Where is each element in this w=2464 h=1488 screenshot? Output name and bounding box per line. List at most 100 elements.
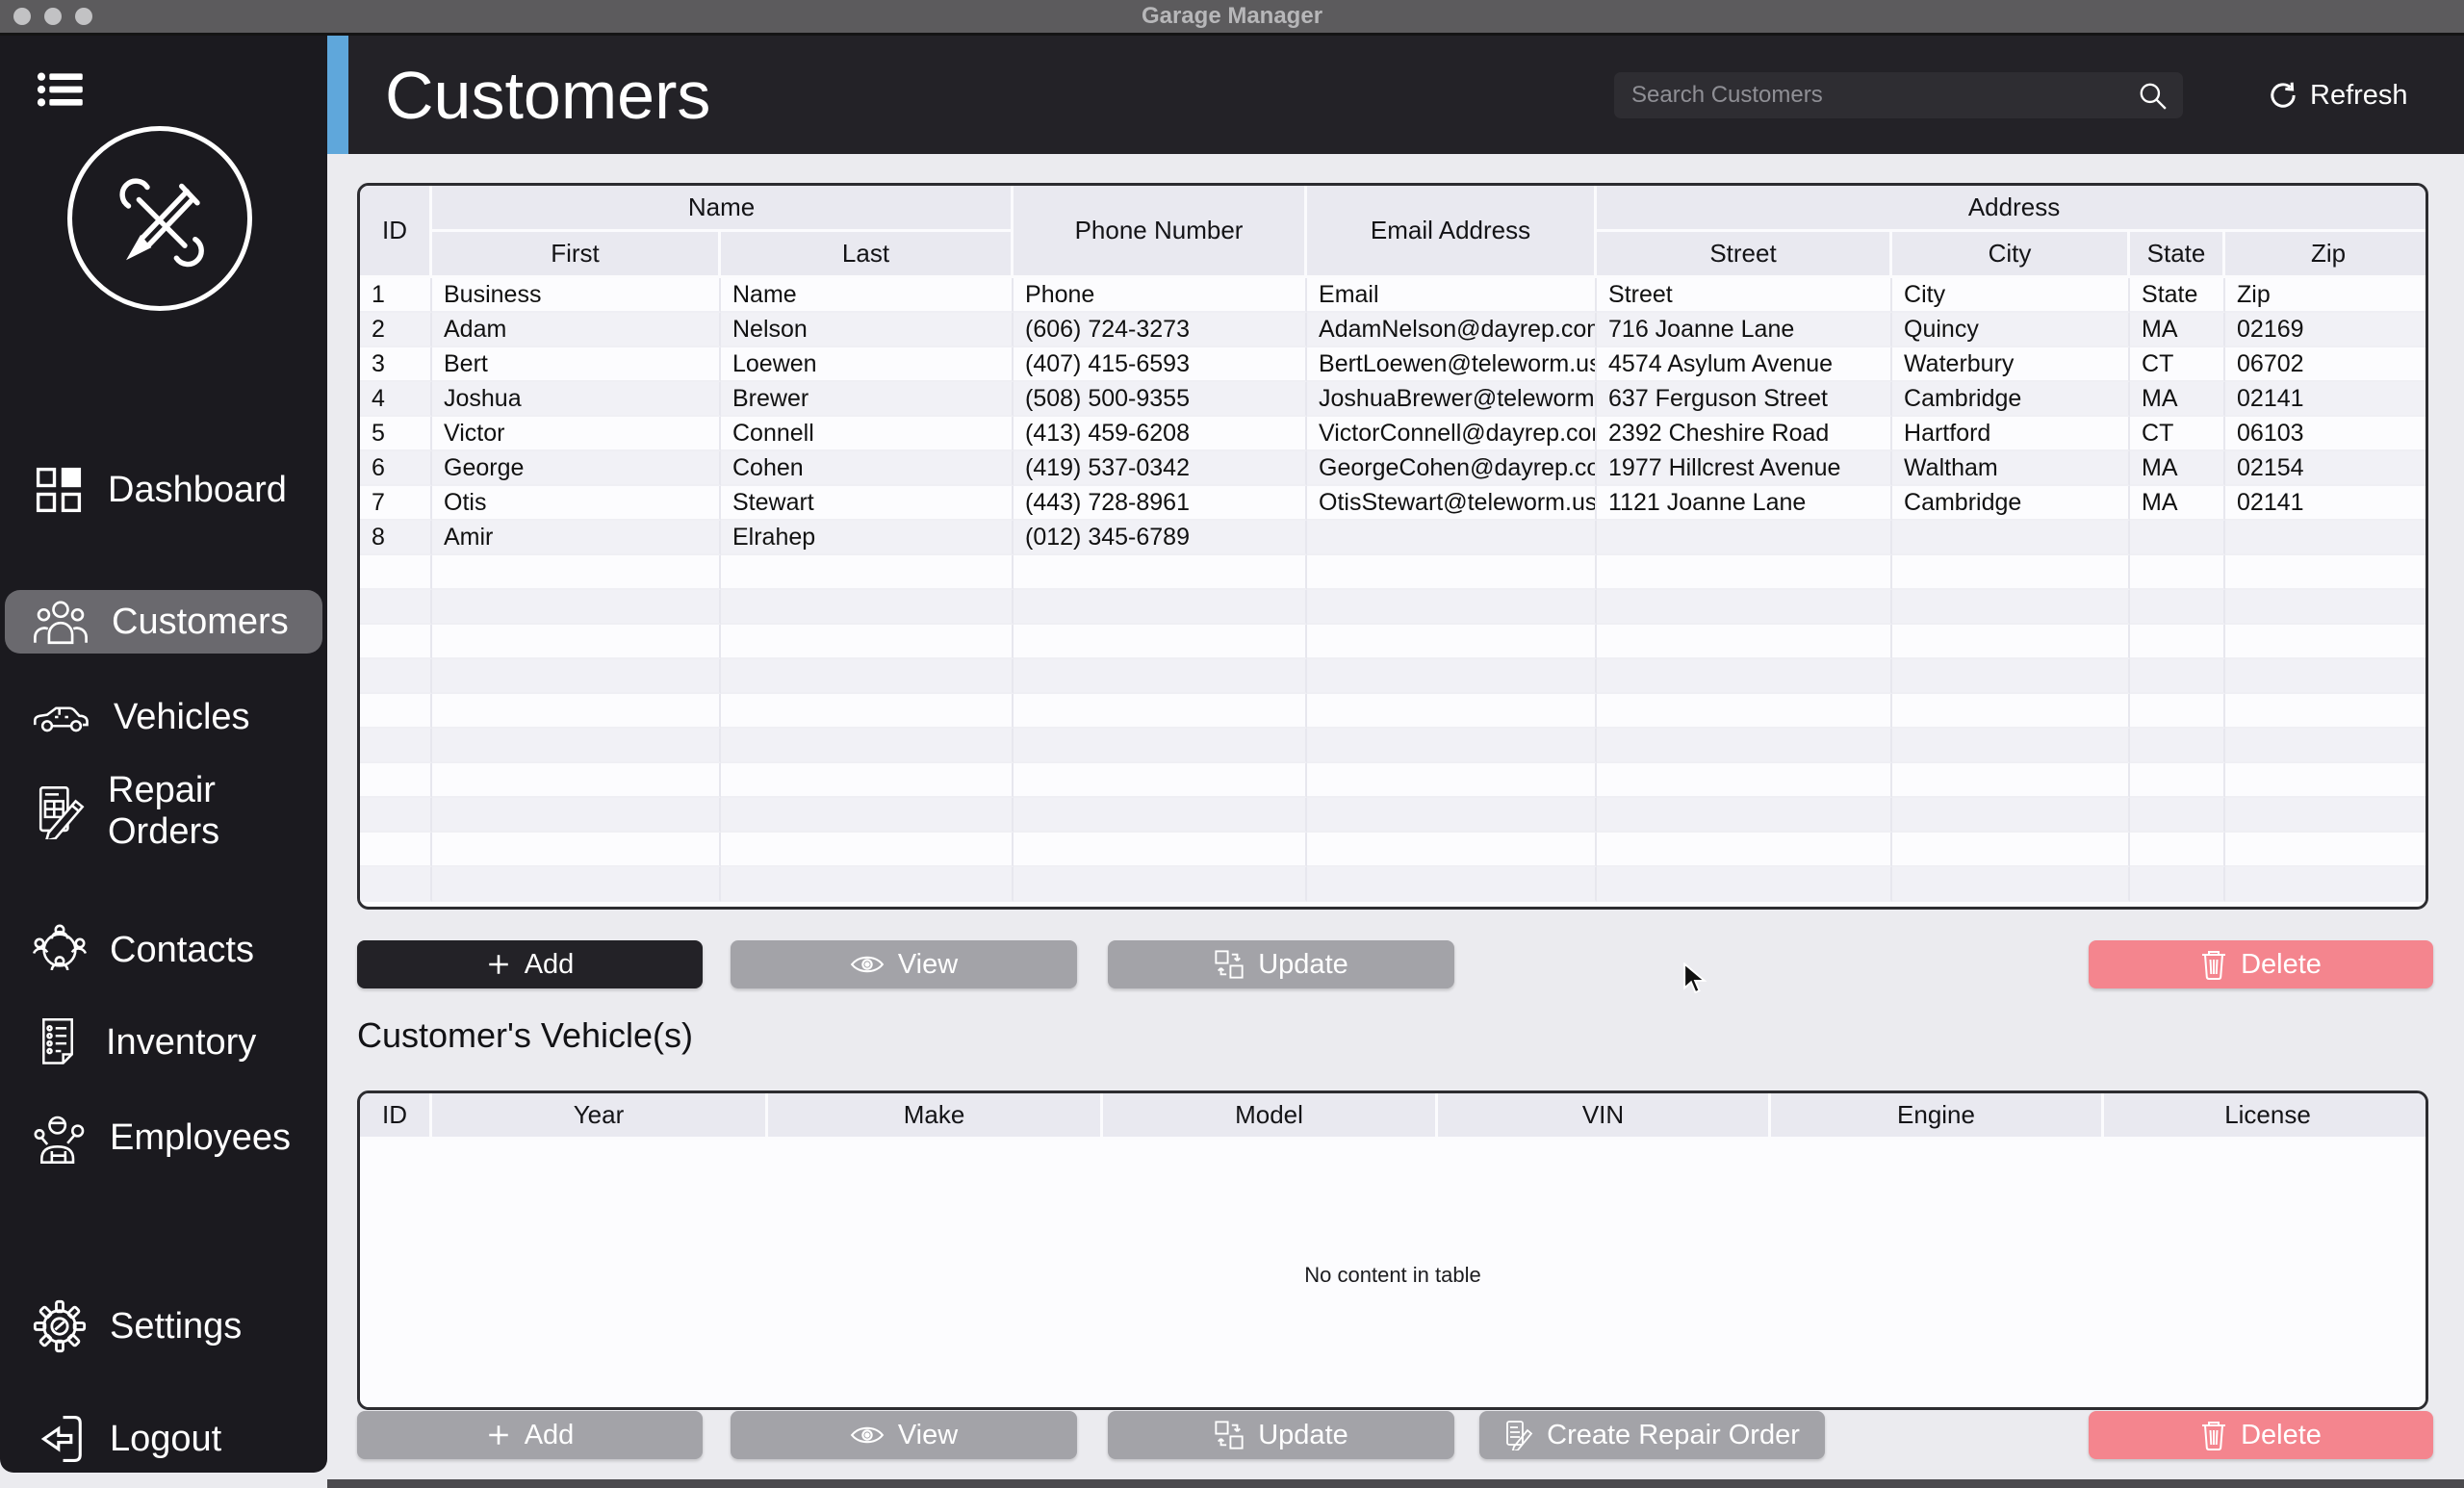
col-header-phone[interactable]: Phone Number: [1014, 186, 1308, 278]
table-cell: (407) 415-6593: [1014, 347, 1308, 382]
col-header-vin[interactable]: VIN: [1438, 1093, 1771, 1140]
refresh-icon: [2268, 80, 2298, 111]
update-vehicle-button[interactable]: Update: [1108, 1411, 1454, 1459]
customer-row[interactable]: 8 Amir Elrahep (012) 345-6789: [360, 521, 2426, 555]
table-cell: Amir: [432, 521, 721, 555]
view-vehicle-button[interactable]: View: [731, 1411, 1077, 1459]
table-cell: [360, 590, 432, 625]
table-cell: [1597, 590, 1893, 625]
vehicles-table-header: ID Year Make Model VIN Engine License: [360, 1093, 2426, 1140]
add-vehicle-button[interactable]: Add: [357, 1411, 703, 1459]
col-header-city[interactable]: City: [1892, 232, 2131, 278]
sidebar-item-inventory[interactable]: Inventory: [0, 1012, 327, 1073]
customer-row[interactable]: 2 Adam Nelson (606) 724-3273 AdamNelson@dayr…: [360, 313, 2426, 347]
empty-row[interactable]: [360, 590, 2426, 625]
delete-customer-button[interactable]: Delete: [2089, 940, 2433, 988]
empty-row[interactable]: [360, 763, 2426, 798]
refresh-button[interactable]: Refresh: [2268, 70, 2408, 120]
col-header-engine[interactable]: Engine: [1771, 1093, 2104, 1140]
table-cell: [721, 763, 1014, 798]
sidebar-item-vehicles[interactable]: Vehicles: [0, 686, 327, 748]
col-header-email[interactable]: Email Address: [1307, 186, 1598, 278]
col-header-license[interactable]: License: [2104, 1093, 2426, 1140]
col-header-name[interactable]: Name: [432, 186, 1014, 232]
sidebar: Dashboard Customers Vehicles Repair Orde…: [0, 36, 327, 1473]
create-repair-order-button[interactable]: Create Repair Order: [1479, 1411, 1825, 1459]
table-cell: [1014, 694, 1308, 729]
empty-row[interactable]: [360, 729, 2426, 763]
view-customer-button[interactable]: View: [731, 940, 1077, 988]
empty-row[interactable]: [360, 659, 2426, 694]
empty-row[interactable]: [360, 625, 2426, 659]
table-cell: [1307, 833, 1598, 867]
sidebar-item-employees[interactable]: Employees: [0, 1107, 327, 1168]
table-cell: (413) 459-6208: [1014, 417, 1308, 451]
table-cell: [2130, 625, 2226, 659]
search-icon[interactable]: [2137, 80, 2168, 111]
customer-row[interactable]: 3 Bert Loewen (407) 415-6593 BertLoewen@tele…: [360, 347, 2426, 382]
employee-icon: [33, 1110, 87, 1166]
sidebar-item-contacts[interactable]: Contacts: [0, 919, 327, 981]
sidebar-item-logout[interactable]: Logout: [0, 1408, 327, 1470]
col-header-model[interactable]: Model: [1103, 1093, 1438, 1140]
sidebar-item-label: Dashboard: [108, 469, 287, 510]
table-cell: Waltham: [1892, 451, 2131, 486]
table-cell: [1892, 659, 2131, 694]
empty-row[interactable]: [360, 555, 2426, 590]
table-cell: [360, 833, 432, 867]
sidebar-item-settings[interactable]: Settings: [0, 1296, 327, 1357]
add-customer-button[interactable]: Add: [357, 940, 703, 988]
table-cell: 7: [360, 486, 432, 521]
empty-row[interactable]: [360, 694, 2426, 729]
col-header-zip[interactable]: Zip: [2225, 232, 2426, 278]
table-cell: [432, 659, 721, 694]
col-header-vehicle-id[interactable]: ID: [360, 1093, 432, 1140]
table-cell: 3: [360, 347, 432, 382]
col-header-state[interactable]: State: [2130, 232, 2226, 278]
table-cell: [360, 555, 432, 590]
search-input[interactable]: [1614, 72, 2137, 118]
table-cell: [432, 555, 721, 590]
customer-row[interactable]: 1 Business Name Phone Email Street City State Zi…: [360, 278, 2426, 313]
col-header-year[interactable]: Year: [432, 1093, 768, 1140]
update-customer-button[interactable]: Update: [1108, 940, 1454, 988]
col-header-street[interactable]: Street: [1597, 232, 1893, 278]
table-cell: [360, 659, 432, 694]
window-titlebar: Garage Manager: [0, 0, 2464, 36]
col-header-address[interactable]: Address: [1597, 186, 2426, 232]
customer-row[interactable]: 5 Victor Connell (413) 459-6208 VictorConnel…: [360, 417, 2426, 451]
delete-vehicle-button[interactable]: Delete: [2089, 1411, 2433, 1459]
empty-row[interactable]: [360, 833, 2426, 867]
table-cell: [1892, 867, 2131, 902]
table-cell: [1597, 555, 1893, 590]
customer-row[interactable]: 4 Joshua Brewer (508) 500-9355 JoshuaBrewer@…: [360, 382, 2426, 417]
customer-row[interactable]: 6 George Cohen (419) 537-0342 GeorgeCohen@da…: [360, 451, 2426, 486]
logout-icon: [33, 1414, 87, 1464]
sidebar-item-repair-orders[interactable]: Repair Orders: [0, 770, 327, 852]
col-header-id[interactable]: ID: [360, 186, 432, 278]
table-cell: Adam: [432, 313, 721, 347]
app-logo: [67, 126, 252, 311]
menu-icon[interactable]: [37, 70, 85, 109]
col-header-last[interactable]: Last: [721, 232, 1014, 278]
table-cell: [2130, 867, 2226, 902]
table-cell: 1977 Hillcrest Avenue: [1597, 451, 1893, 486]
sidebar-item-customers[interactable]: Customers: [5, 590, 322, 654]
table-cell: [1597, 833, 1893, 867]
table-cell: [2130, 833, 2226, 867]
col-header-first[interactable]: First: [432, 232, 721, 278]
table-cell: [1892, 590, 2131, 625]
table-cell: MA: [2130, 451, 2226, 486]
sidebar-item-dashboard[interactable]: Dashboard: [0, 459, 327, 521]
table-cell: [2225, 867, 2426, 902]
sidebar-item-label: Contacts: [110, 929, 254, 970]
empty-row[interactable]: [360, 798, 2426, 833]
customer-row[interactable]: 7 Otis Stewart (443) 728-8961 OtisStewart@te…: [360, 486, 2426, 521]
col-header-make[interactable]: Make: [768, 1093, 1103, 1140]
table-cell: [1597, 694, 1893, 729]
table-cell: 02141: [2225, 382, 2426, 417]
update-icon: [1214, 1420, 1245, 1450]
table-cell: [360, 694, 432, 729]
empty-row[interactable]: [360, 867, 2426, 902]
table-cell: [1307, 659, 1598, 694]
